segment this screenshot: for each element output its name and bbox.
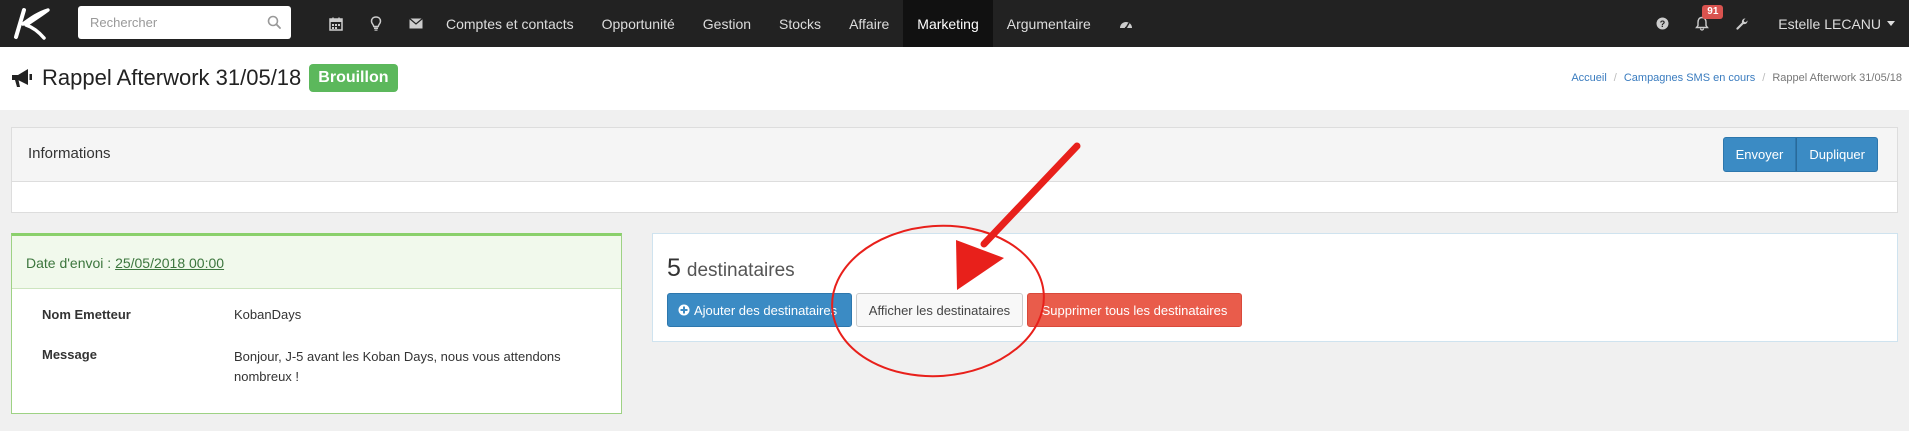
- campaign-details-box: Date d'envoi : 25/05/2018 00:00 Nom Emet…: [11, 233, 622, 414]
- user-name: Estelle LECANU: [1778, 15, 1881, 32]
- breadcrumb-separator: /: [1762, 72, 1766, 84]
- message-value: Bonjour, J-5 avant les Koban Days, nous …: [234, 347, 561, 387]
- sender-value: KobanDays: [234, 307, 302, 322]
- send-date-label: Date d'envoi :: [26, 255, 112, 271]
- page-title: Rappel Afterwork 31/05/18: [42, 65, 302, 90]
- breadcrumb-separator: /: [1613, 72, 1617, 84]
- question-circle-icon: ?: [1656, 17, 1669, 30]
- recipients-panel: 5 destinataires Ajouter des destinataire…: [652, 233, 1898, 342]
- menu-item-argumentaire[interactable]: Argumentaire: [993, 0, 1105, 47]
- ideas-button[interactable]: [356, 0, 396, 47]
- dashboard-icon: [1119, 21, 1132, 29]
- menu-item-stocks[interactable]: Stocks: [765, 0, 835, 47]
- send-date-header: Date d'envoi : 25/05/2018 00:00: [12, 236, 621, 289]
- delete-all-recipients-button[interactable]: Supprimer tous les destinataires: [1027, 293, 1242, 327]
- add-recipients-button[interactable]: Ajouter des destinataires: [667, 293, 852, 327]
- navbar-right: ? 91 Estelle LECANU: [1642, 0, 1909, 47]
- breadcrumb-campagnes-sms[interactable]: Campagnes SMS en cours: [1624, 72, 1755, 84]
- koban-logo-icon: [14, 7, 50, 40]
- duplicate-button[interactable]: Dupliquer: [1796, 137, 1878, 172]
- recipients-count: 5 destinataires: [667, 254, 795, 283]
- search-box: [78, 6, 291, 39]
- wrench-icon: [1736, 17, 1748, 30]
- main-menu: Comptes et contacts Opportunité Gestion …: [432, 0, 1147, 47]
- messages-button[interactable]: [396, 0, 436, 47]
- megaphone-icon: [12, 69, 32, 87]
- notifications-button[interactable]: 91: [1682, 0, 1724, 47]
- settings-button[interactable]: [1722, 0, 1762, 47]
- informations-title: Informations: [28, 145, 111, 162]
- svg-text:?: ?: [1660, 19, 1666, 29]
- breadcrumb-current: Rappel Afterwork 31/05/18: [1772, 72, 1902, 84]
- calendar-button[interactable]: [316, 0, 356, 47]
- menu-item-marketing[interactable]: Marketing: [903, 0, 993, 47]
- informations-panel: Informations Envoyer Dupliquer: [11, 127, 1898, 213]
- menu-item-comptes-contacts[interactable]: Comptes et contacts: [432, 0, 588, 47]
- chevron-down-icon: [1887, 21, 1895, 26]
- top-navbar: Comptes et contacts Opportunité Gestion …: [0, 0, 1909, 47]
- title-wrap: Rappel Afterwork 31/05/18 Brouillon: [10, 64, 398, 92]
- page-header: Rappel Afterwork 31/05/18 Brouillon Accu…: [0, 47, 1909, 110]
- status-badge: Brouillon: [309, 64, 398, 92]
- menu-item-affaire[interactable]: Affaire: [835, 0, 903, 47]
- action-button-group: Envoyer Dupliquer: [1722, 137, 1878, 172]
- breadcrumb: Accueil / Campagnes SMS en cours / Rappe…: [1571, 72, 1902, 84]
- sender-label: Nom Emetteur: [42, 307, 131, 322]
- dashboard-button[interactable]: [1105, 0, 1147, 47]
- send-date-value[interactable]: 25/05/2018 00:00: [115, 255, 224, 271]
- show-recipients-button[interactable]: Afficher les destinataires: [856, 293, 1023, 327]
- recipients-count-number: 5: [667, 254, 681, 282]
- menu-item-opportunite[interactable]: Opportunité: [588, 0, 689, 47]
- nav-shortcut-icons: [316, 0, 436, 47]
- menu-item-gestion[interactable]: Gestion: [689, 0, 765, 47]
- plus-circle-icon: [678, 304, 690, 316]
- lightbulb-icon: [370, 16, 382, 31]
- calendar-icon: [329, 17, 343, 31]
- message-label: Message: [42, 347, 97, 362]
- informations-header: Informations Envoyer Dupliquer: [12, 128, 1897, 182]
- recipients-count-label: destinataires: [686, 260, 795, 281]
- send-button[interactable]: Envoyer: [1722, 137, 1797, 172]
- search-input[interactable]: [90, 15, 260, 30]
- envelope-icon: [409, 18, 423, 29]
- notification-badge: 91: [1702, 5, 1724, 19]
- message-line: nombreux !: [234, 369, 300, 384]
- help-button[interactable]: ?: [1642, 0, 1682, 47]
- app-logo[interactable]: [0, 0, 62, 47]
- user-menu[interactable]: Estelle LECANU: [1762, 0, 1909, 47]
- breadcrumb-accueil[interactable]: Accueil: [1571, 72, 1606, 84]
- add-recipients-label: Ajouter des destinataires: [694, 302, 838, 318]
- search-icon[interactable]: [267, 15, 281, 29]
- message-line: Bonjour, J-5 avant les Koban Days, nous …: [234, 349, 561, 364]
